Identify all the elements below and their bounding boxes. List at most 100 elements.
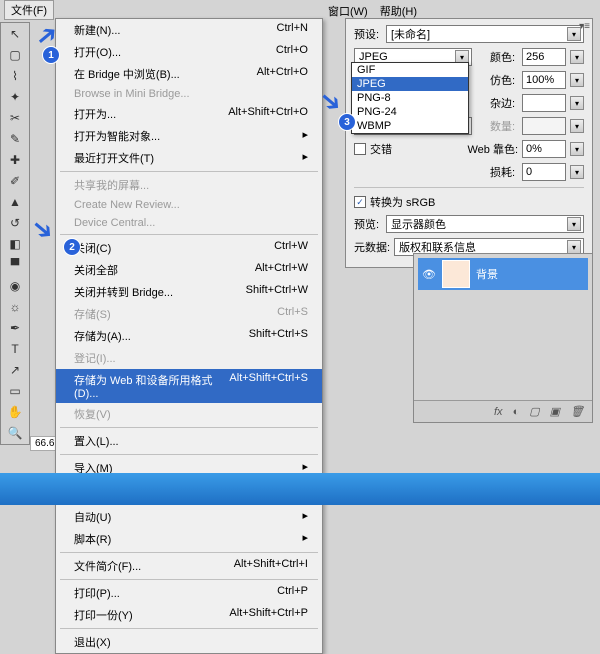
convert-label: 转换为 sRGB (370, 194, 435, 210)
mi-save: 存储(S)Ctrl+S (56, 303, 322, 325)
mi-saveas[interactable]: 存储为(A)...Shift+Ctrl+S (56, 325, 322, 347)
pen-tool[interactable]: ✒ (4, 319, 26, 337)
mi-bridge[interactable]: 在 Bridge 中浏览(B)...Alt+Ctrl+O (56, 63, 322, 85)
lasso-tool[interactable]: ⌇ (4, 67, 26, 85)
mi-closeall[interactable]: 关闭全部Alt+Ctrl+W (56, 259, 322, 281)
stepper-icon[interactable]: ▾ (570, 50, 584, 64)
layers-panel: 👁 背景 fx ◐ ▢ ▣ 🗑 (413, 253, 593, 423)
save-for-web-panel: ▾≡ 预设: [未命名]▾ JPEG ▾ 颜色: 256 ▾ 仿色: 100% ▾ ✓… (345, 18, 593, 268)
mi-checkin: 登记(I)... (56, 347, 322, 369)
chevron-down-icon: ▾ (567, 217, 581, 231)
eraser-tool[interactable]: ◧ (4, 235, 26, 253)
layer-name: 背景 (476, 266, 498, 282)
stamp-tool[interactable]: ▲ (4, 193, 26, 211)
stepper-icon[interactable]: ▾ (570, 142, 584, 156)
opt-png8[interactable]: PNG-8 (352, 91, 468, 105)
matte-label: 杂边: (490, 95, 518, 111)
layer-row[interactable]: 👁 背景 (418, 258, 588, 290)
convert-checkbox[interactable]: ✓ (354, 196, 366, 208)
heal-tool[interactable]: ✚ (4, 151, 26, 169)
mi-printone[interactable]: 打印一份(Y)Alt+Shift+Ctrl+P (56, 604, 322, 626)
mi-auto[interactable]: 自动(U)▸ (56, 506, 322, 528)
eyedrop-tool[interactable]: ✎ (4, 130, 26, 148)
crop-tool[interactable]: ✂ (4, 109, 26, 127)
trash-icon[interactable]: 🗑 (570, 405, 584, 418)
brush-tool[interactable]: ✐ (4, 172, 26, 190)
mi-script[interactable]: 脚本(R)▸ (56, 528, 322, 550)
mi-review: Create New Review... (56, 196, 322, 214)
shape-tool[interactable]: ▭ (4, 382, 26, 400)
wand-tool[interactable]: ✦ (4, 88, 26, 106)
zoom-tool[interactable]: 🔍 (4, 424, 26, 442)
preview-label: 预览: (354, 216, 382, 232)
matte-input[interactable] (522, 94, 566, 112)
fx-icon[interactable]: fx (494, 406, 503, 418)
file-dropdown: 新建(N)...Ctrl+N 打开(O)...Ctrl+O 在 Bridge 中… (55, 18, 323, 654)
colors-input[interactable]: 256 (522, 48, 566, 66)
mi-recent[interactable]: 最近打开文件(T)▸ (56, 147, 322, 169)
preset-select[interactable]: [未命名]▾ (386, 25, 584, 43)
websnap-label: Web 靠色: (467, 141, 518, 157)
annotation-badge-3: 3 (338, 113, 356, 131)
mi-device: Device Central... (56, 214, 322, 232)
mi-mini: Browse in Mini Bridge... (56, 85, 322, 103)
path-tool[interactable]: ↗ (4, 361, 26, 379)
mask-icon[interactable]: ◐ (513, 406, 520, 418)
stepper-icon: ▾ (570, 119, 584, 133)
annotation-badge-2: 2 (63, 238, 81, 256)
amount-input (522, 117, 566, 135)
dodge-tool[interactable]: ☼ (4, 298, 26, 316)
folder-icon[interactable]: ▢ (529, 405, 539, 418)
taskbar (0, 473, 600, 505)
history-tool[interactable]: ↺ (4, 214, 26, 232)
amount-label: 数量: (490, 118, 518, 134)
chevron-down-icon: ▾ (567, 240, 581, 254)
blur-tool[interactable]: ◉ (4, 277, 26, 295)
stepper-icon[interactable]: ▾ (570, 73, 584, 87)
file-menu-button[interactable]: 文件(F) (4, 0, 54, 20)
type-tool[interactable]: T (4, 340, 26, 358)
mi-exit[interactable]: 退出(X) (56, 631, 322, 653)
mi-new[interactable]: 新建(N)...Ctrl+N (56, 19, 322, 41)
preview-select[interactable]: 显示器颜色▾ (386, 215, 584, 233)
mi-info[interactable]: 文件简介(F)...Alt+Shift+Ctrl+I (56, 555, 322, 577)
opt-jpeg[interactable]: JPEG (352, 77, 468, 91)
layer-thumbnail (442, 260, 470, 288)
opt-png24[interactable]: PNG-24 (352, 105, 468, 119)
loss-input[interactable]: 0 (522, 163, 566, 181)
dither-label: 仿色: (490, 72, 518, 88)
panel-menu-icon[interactable]: ▾≡ (579, 21, 590, 32)
loss-label: 损耗: (490, 164, 518, 180)
interlace-label: 交错 (370, 141, 392, 157)
menu-window[interactable]: 窗口(W) (328, 3, 368, 19)
format-dropdown: GIF JPEG PNG-8 PNG-24 WBMP (351, 62, 469, 134)
hand-tool[interactable]: ✋ (4, 403, 26, 421)
eye-icon[interactable]: 👁 (422, 268, 436, 281)
mi-smart[interactable]: 打开为智能对象...▸ (56, 125, 322, 147)
layers-footer: fx ◐ ▢ ▣ 🗑 (414, 400, 592, 422)
dither-input[interactable]: 100% (522, 71, 566, 89)
stepper-icon[interactable]: ▾ (570, 96, 584, 110)
mi-closego[interactable]: 关闭并转到 Bridge...Shift+Ctrl+W (56, 281, 322, 303)
opt-gif[interactable]: GIF (352, 63, 468, 77)
colors-label: 颜色: (490, 49, 518, 65)
mi-open[interactable]: 打开(O)...Ctrl+O (56, 41, 322, 63)
mi-saveweb[interactable]: 存储为 Web 和设备所用格式(D)...Alt+Shift+Ctrl+S (56, 369, 322, 403)
mi-openas[interactable]: 打开为...Alt+Shift+Ctrl+O (56, 103, 322, 125)
move-tool[interactable]: ↖ (4, 25, 26, 43)
mi-revert: 恢复(V) (56, 403, 322, 425)
interlace-checkbox[interactable] (354, 143, 366, 155)
websnap-input[interactable]: 0% (522, 140, 566, 158)
stepper-icon[interactable]: ▾ (570, 165, 584, 179)
mi-print[interactable]: 打印(P)...Ctrl+P (56, 582, 322, 604)
gradient-tool[interactable]: ▀ (4, 256, 26, 274)
new-layer-icon[interactable]: ▣ (550, 405, 560, 418)
marquee-tool[interactable]: ▢ (4, 46, 26, 64)
meta-label: 元数据: (354, 239, 390, 255)
opt-wbmp[interactable]: WBMP (352, 119, 468, 133)
mi-place[interactable]: 置入(L)... (56, 430, 322, 452)
mi-close[interactable]: 关闭(C)Ctrl+W (56, 237, 322, 259)
mi-share: 共享我的屏幕... (56, 174, 322, 196)
menu-help[interactable]: 帮助(H) (380, 3, 417, 19)
preset-label: 预设: (354, 26, 382, 42)
